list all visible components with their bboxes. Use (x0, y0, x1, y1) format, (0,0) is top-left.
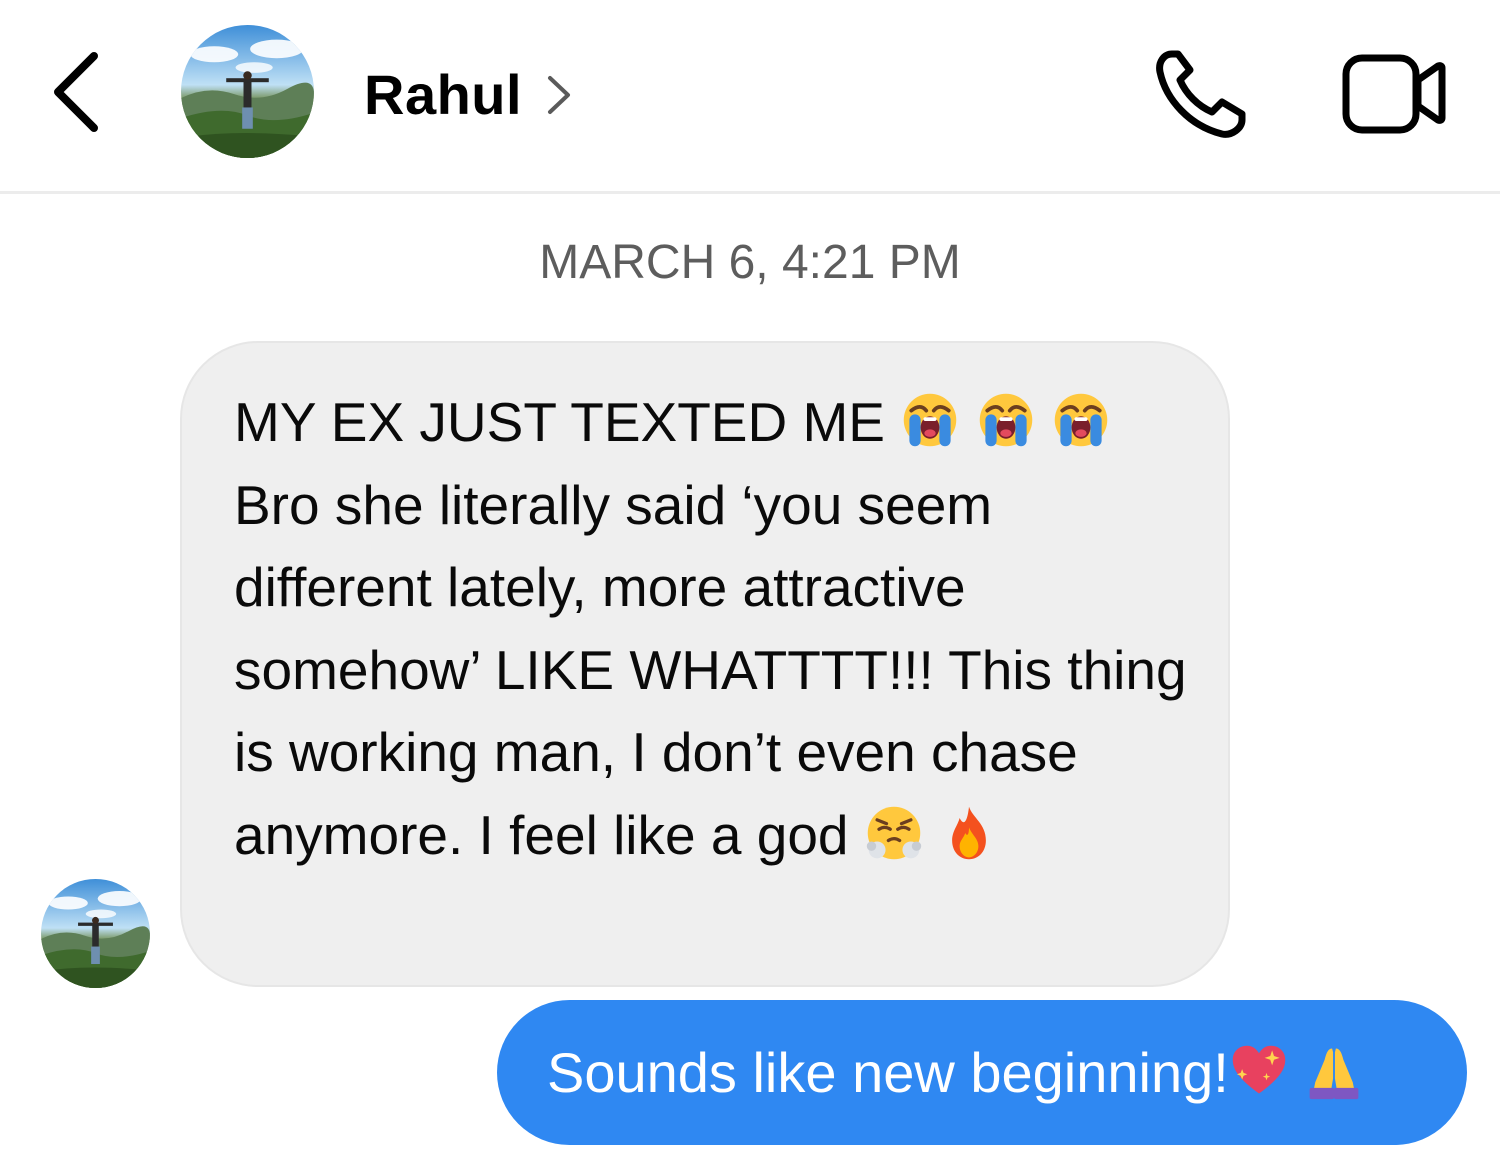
loudly-crying-face-emoji (1051, 389, 1111, 451)
outgoing-message-bubble[interactable]: Sounds like new beginning! (497, 1000, 1467, 1145)
video-call-button[interactable] (1340, 50, 1448, 136)
sparkling-heart-emoji (1229, 1040, 1289, 1102)
outgoing-message-text: Sounds like new beginning! (547, 1038, 1364, 1108)
contact-avatar[interactable] (181, 25, 314, 158)
folded-hands-emoji (1304, 1040, 1364, 1102)
chat-header: Rahul (0, 0, 1500, 194)
incoming-line2: Bro she literally said ‘you seem (234, 473, 993, 536)
chevron-right-icon[interactable] (542, 70, 578, 120)
loudly-crying-face-emoji (900, 389, 960, 451)
outgoing-text: Sounds like new beginning! (547, 1041, 1229, 1104)
sender-avatar[interactable] (41, 879, 150, 988)
incoming-message-bubble[interactable]: MY EX JUST TEXTED ME Bro she literally s… (180, 341, 1230, 987)
incoming-body: different lately, more attractive someho… (234, 556, 1187, 866)
video-camera-icon (1342, 54, 1446, 134)
fire-emoji (939, 802, 999, 864)
loudly-crying-face-emoji (976, 389, 1036, 451)
incoming-line1: MY EX JUST TEXTED ME (234, 391, 885, 453)
contact-name[interactable]: Rahul (364, 62, 522, 128)
phone-icon (1156, 50, 1246, 138)
back-button[interactable] (44, 46, 114, 142)
call-button[interactable] (1150, 48, 1250, 140)
chevron-left-icon (54, 52, 98, 132)
face-with-steam-from-nose-emoji (864, 802, 924, 864)
conversation-timestamp: MARCH 6, 4:21 PM (539, 236, 961, 289)
incoming-message-text: MY EX JUST TEXTED ME Bro she literally s… (234, 381, 1194, 876)
